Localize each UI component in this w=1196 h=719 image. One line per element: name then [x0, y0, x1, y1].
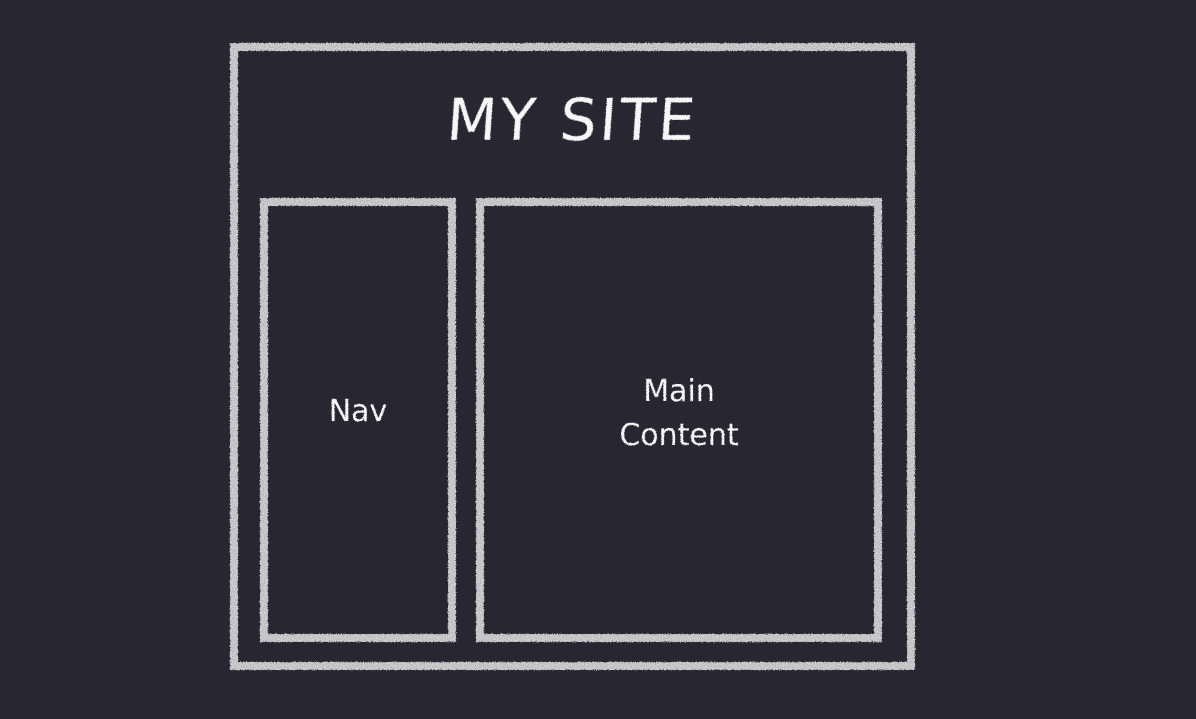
site-title: MY SITE	[444, 86, 701, 154]
main-content-label-line2: Content	[619, 418, 739, 453]
main-content-label-line1: Main	[643, 374, 715, 409]
nav-label: Nav	[328, 394, 388, 429]
main-content-label: Main Content	[476, 370, 882, 458]
chalkboard-diagram: MY SITE Nav Main Content	[0, 0, 1196, 719]
